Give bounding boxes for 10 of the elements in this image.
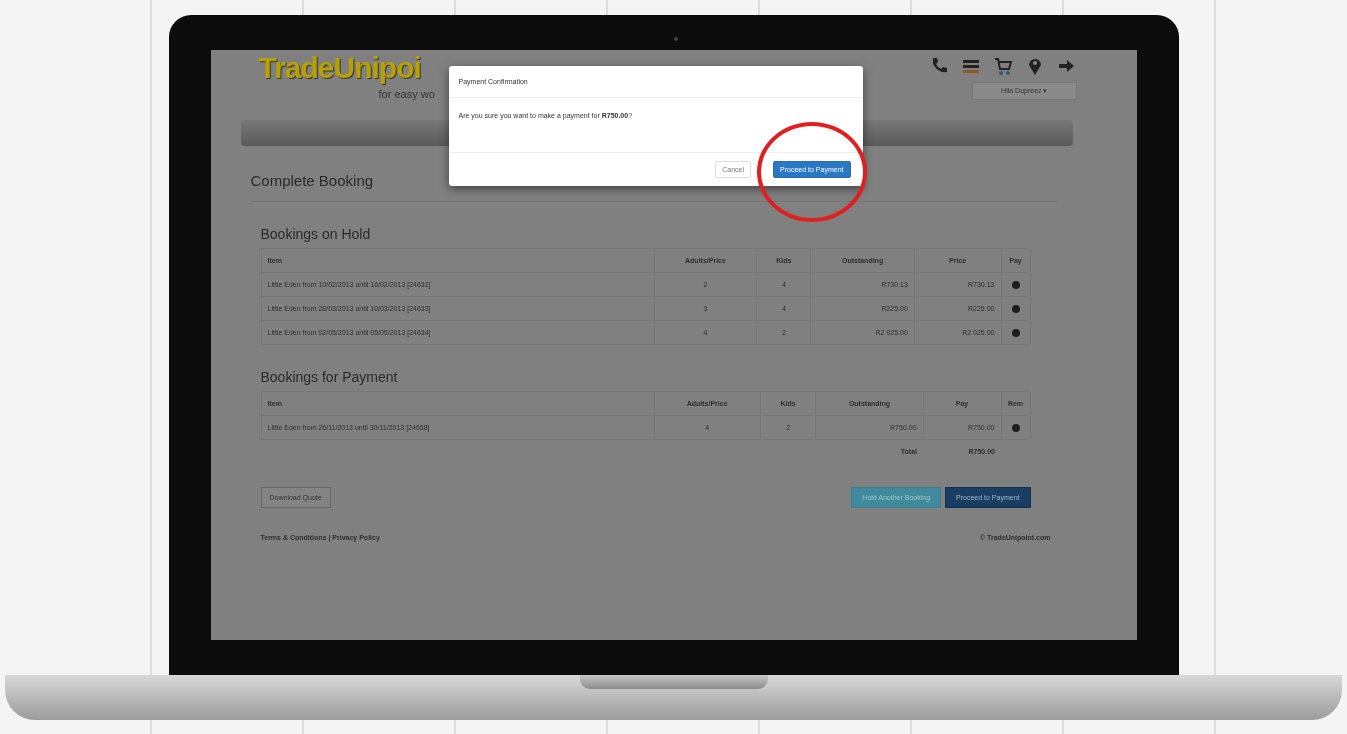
pay-icon[interactable]	[1011, 304, 1020, 313]
section-title: Bookings on Hold	[260, 226, 372, 242]
remove-icon[interactable]	[1011, 423, 1020, 432]
pay-icon[interactable]	[1011, 280, 1020, 289]
cart-icon[interactable]	[992, 56, 1013, 76]
tagline: for easy wo	[378, 88, 435, 100]
section-title: Bookings for Payment	[260, 369, 399, 385]
logo: TradeUnipoi	[258, 50, 422, 86]
camera-icon	[673, 37, 678, 41]
pay-icon[interactable]	[1011, 328, 1020, 337]
